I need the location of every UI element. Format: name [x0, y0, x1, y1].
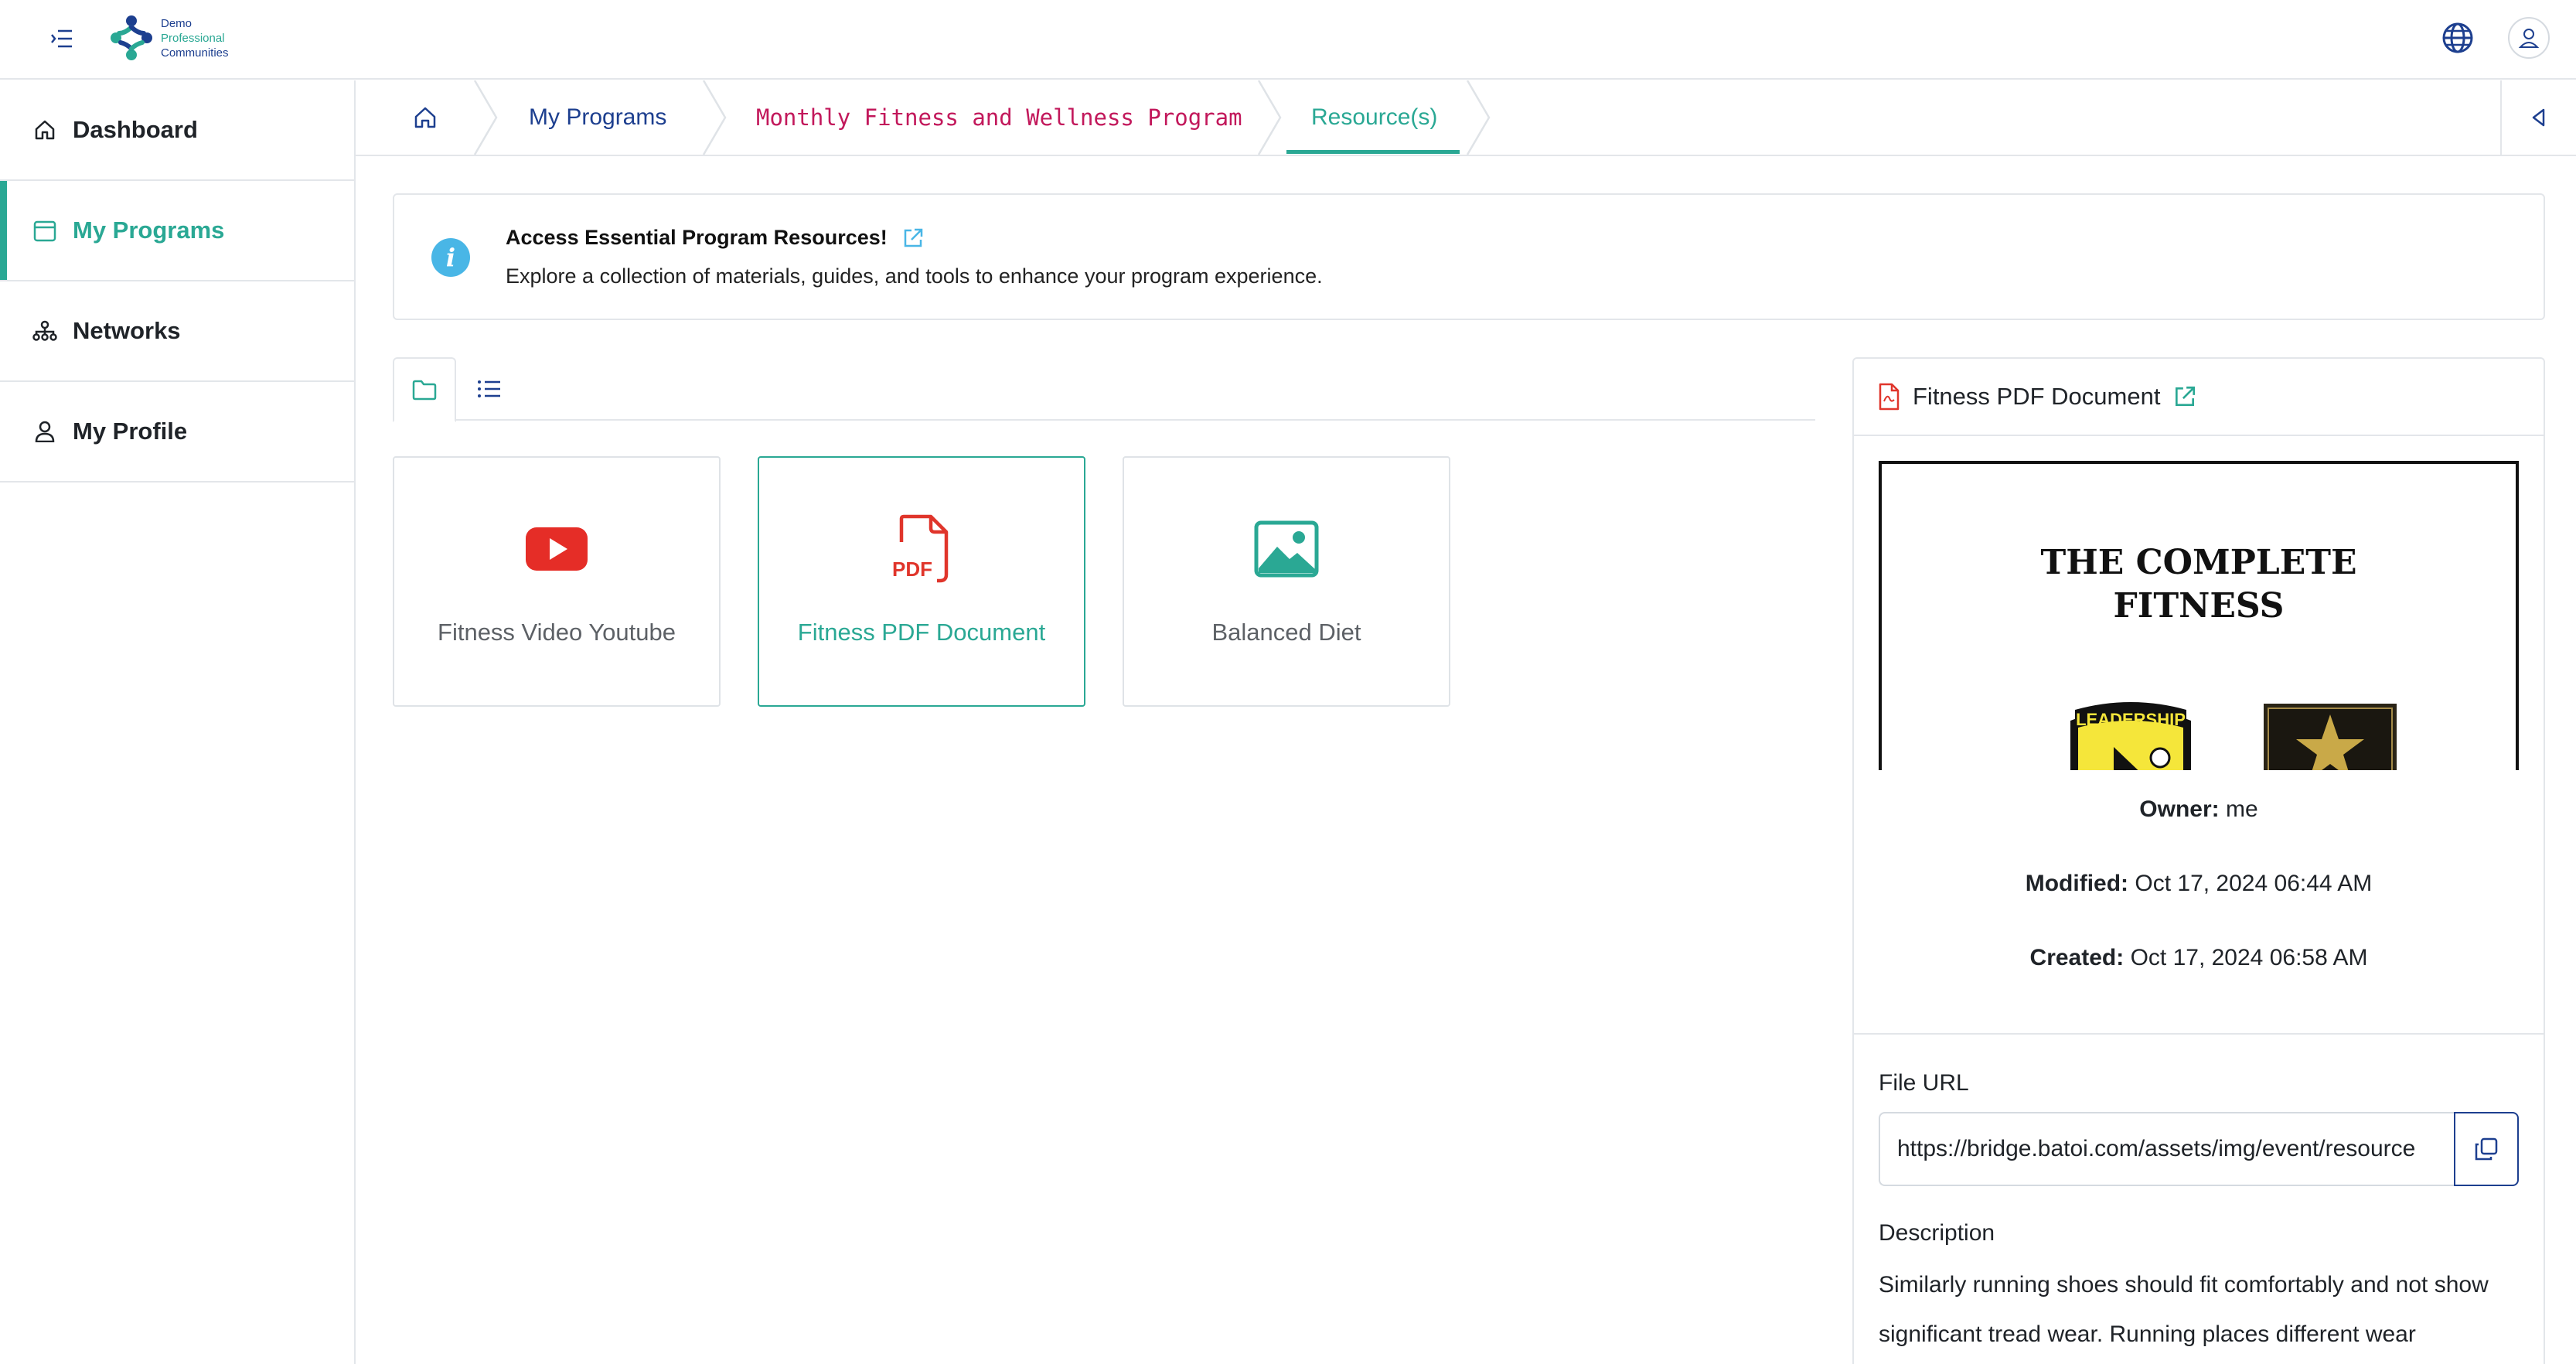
divider: [1854, 1033, 2544, 1035]
emblem-text: LEADERSHIP: [2076, 710, 2186, 729]
resource-card-pdf[interactable]: PDF Fitness PDF Document: [758, 456, 1085, 707]
resource-card-label: Fitness Video Youtube: [438, 619, 676, 646]
language-globe-icon[interactable]: [2438, 19, 2477, 57]
resource-card-image[interactable]: Balanced Diet: [1123, 456, 1450, 707]
file-url-label: File URL: [1879, 1070, 1969, 1096]
created-label: Created:: [2029, 945, 2125, 970]
owner-row: Owner: me: [1854, 796, 2544, 823]
description-label: Description: [1879, 1220, 1995, 1246]
pdf-preview-title: THE COMPLETE FITNESS: [1882, 541, 2516, 628]
created-row: Created: Oct 17, 2024 06:58 AM: [1854, 945, 2544, 971]
owner-label: Owner:: [2139, 796, 2220, 822]
file-url-input[interactable]: [1879, 1112, 2454, 1186]
created-value: Oct 17, 2024 06:58 AM: [2130, 945, 2368, 970]
banner-title-text: Access Essential Program Resources!: [506, 226, 888, 249]
pdf-file-icon: [1879, 383, 1900, 411]
sidebar-item-dashboard[interactable]: Dashboard: [0, 80, 354, 181]
owner-value: me: [2226, 796, 2258, 822]
resource-card-label: Fitness PDF Document: [797, 619, 1046, 646]
copy-icon: [2475, 1137, 2498, 1161]
user-icon: [2518, 29, 2540, 48]
view-mode-tabs: [393, 357, 1815, 422]
resource-detail-panel: Fitness PDF Document THE COMPLETE FITNES…: [1852, 357, 2545, 1364]
modified-row: Modified: Oct 17, 2024 06:44 AM: [1854, 871, 2544, 897]
logo-mark-icon: [111, 15, 152, 60]
breadcrumb-separator-icon: [1257, 80, 1282, 155]
calendar-icon: [32, 218, 57, 243]
detail-header: Fitness PDF Document: [1854, 359, 2544, 436]
breadcrumb-program[interactable]: Monthly Fitness and Wellness Program: [756, 80, 1242, 155]
modified-value: Oct 17, 2024 06:44 AM: [2135, 871, 2373, 896]
external-link-icon[interactable]: [2172, 384, 2197, 409]
breadcrumb-resources[interactable]: Resource(s): [1311, 80, 1437, 155]
pdf-icon: PDF: [884, 512, 959, 586]
collapse-panel-button[interactable]: [2500, 80, 2576, 155]
logo-line-2: Professional: [161, 31, 225, 45]
sidebar: Dashboard My Programs Networks My Profil…: [0, 80, 356, 1364]
banner-title: Access Essential Program Resources!: [506, 226, 925, 250]
menu-toggle-icon[interactable]: [48, 25, 76, 53]
svg-text:PDF: PDF: [892, 558, 932, 581]
sidebar-item-label: My Profile: [73, 418, 188, 445]
info-icon: i: [431, 238, 470, 277]
info-banner: i Access Essential Program Resources! Ex…: [393, 193, 2545, 320]
folder-icon: [412, 380, 437, 401]
banner-description: Explore a collection of materials, guide…: [506, 264, 1323, 288]
sidebar-item-networks[interactable]: Networks: [0, 281, 354, 382]
detail-title: Fitness PDF Document: [1913, 383, 2161, 410]
breadcrumb-separator-icon: [702, 80, 727, 155]
sidebar-item-my-programs[interactable]: My Programs: [0, 181, 354, 281]
home-icon: [32, 118, 57, 142]
user-avatar-button[interactable]: [2508, 17, 2550, 59]
resource-card-label: Balanced Diet: [1211, 619, 1361, 646]
breadcrumb-my-programs[interactable]: My Programs: [529, 80, 666, 155]
sidebar-item-label: Dashboard: [73, 116, 198, 143]
breadcrumb: My Programs Monthly Fitness and Wellness…: [356, 80, 2576, 156]
grid-view-tab[interactable]: [393, 357, 456, 422]
file-url-group: [1879, 1112, 2519, 1186]
description-text: Similarly running shoes should fit comfo…: [1879, 1272, 2489, 1347]
list-icon: [478, 380, 500, 397]
logo-line-3: Communities: [161, 46, 229, 60]
external-link-icon[interactable]: [901, 227, 925, 250]
logo-line-1: Demo: [161, 16, 193, 30]
top-header: Demo Professional Communities: [0, 0, 2576, 80]
pdf-preview-title-line-2: FITNESS: [2113, 586, 2285, 626]
copy-url-button[interactable]: [2454, 1112, 2519, 1186]
resource-card-youtube[interactable]: Fitness Video Youtube: [393, 456, 721, 707]
user-icon: [32, 419, 57, 444]
sidebar-item-label: Networks: [73, 317, 181, 344]
breadcrumb-separator-icon: [473, 80, 498, 155]
list-view-tab[interactable]: [458, 357, 521, 421]
app-logo[interactable]: Demo Professional Communities: [108, 11, 229, 65]
army-star-emblem-image: [2264, 704, 2397, 770]
active-breadcrumb-indicator: [1286, 150, 1460, 154]
image-icon: [1249, 512, 1324, 586]
network-icon: [32, 319, 57, 343]
modified-label: Modified:: [2025, 871, 2129, 896]
logo-text: Demo Professional Communities: [161, 16, 229, 60]
breadcrumb-separator-icon: [1466, 80, 1491, 155]
pdf-preview-title-line-1: THE COMPLETE: [2040, 543, 2357, 582]
breadcrumb-home-icon[interactable]: [413, 80, 438, 155]
caret-left-icon: [2532, 108, 2545, 127]
sidebar-item-my-profile[interactable]: My Profile: [0, 382, 354, 483]
leadership-emblem-image: LEADERSHIP: [2070, 702, 2191, 770]
sidebar-item-label: My Programs: [73, 217, 225, 244]
pdf-preview[interactable]: THE COMPLETE FITNESS LEADERSHIP: [1879, 461, 2519, 770]
youtube-icon: [520, 512, 594, 586]
